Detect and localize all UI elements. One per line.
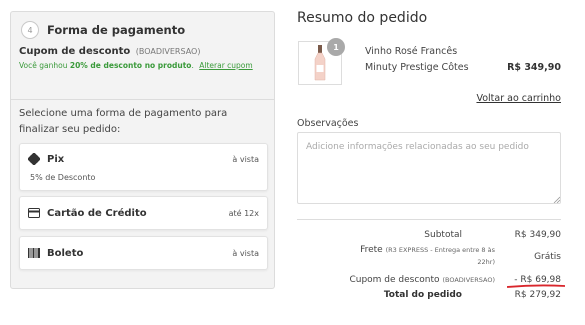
payment-option-boleto-row: Boleto à vista [28,247,259,259]
coupon-title: Cupom de desconto [19,46,131,57]
coupon-discount-label-text: Cupom de desconto [349,275,440,285]
coupon-heading: Cupom de desconto (BOADIVERSAO) [19,46,269,57]
payment-divider [11,99,274,100]
product-price: R$ 349,90 [507,62,561,73]
payment-header: 4 Forma de pagamento [21,21,185,39]
barcode-icon [28,247,40,259]
product-name-line1: Vinho Rosé Francês [365,46,458,57]
credit-card-label: Cartão de Crédito [47,207,147,219]
coupon-block: Cupom de desconto (BOADIVERSAO) Você gan… [19,46,269,70]
shipping-note-line2: 22hr) [477,258,495,266]
coupon-msg-highlight: 20% de desconto no produto [69,61,192,70]
coupon-msg-prefix: Você ganhou [19,61,68,70]
pix-label: Pix [47,153,65,165]
coupon-message: Você ganhou 20% de desconto no produto. … [19,61,269,70]
total-label: Total do pedido [383,290,462,300]
summary-divider [297,219,561,220]
payment-option-pix[interactable]: Pix à vista 5% de Desconto [19,143,268,191]
observations-textarea[interactable] [297,132,561,204]
coupon-discount-code: (BOADIVERSAO) [442,276,495,284]
credit-card-icon [28,207,40,219]
coupon-msg-suffix: . [191,61,194,70]
payment-option-credit-card[interactable]: Cartão de Crédito até 12x [19,196,268,230]
shipping-note: (R3 EXPRESS - Entrega entre 8 às [385,246,495,254]
resize-grip-icon[interactable] [553,196,560,203]
pix-terms: à vista [232,154,259,164]
change-coupon-link[interactable]: Alterar cupom [199,61,252,70]
coupon-code: (BOADIVERSAO) [135,47,201,56]
total-value: R$ 279,92 [514,290,561,300]
observations-label: Observações [297,118,359,129]
shipping-value: Grátis [534,252,561,262]
payment-option-boleto[interactable]: Boleto à vista [19,236,268,270]
shipping-label-block: Frete (R3 EXPRESS - Entrega entre 8 às 2… [360,244,495,268]
coupon-discount-label: Cupom de desconto (BOADIVERSAO) [349,275,495,285]
boleto-terms: à vista [232,248,259,258]
pix-discount: 5% de Desconto [30,173,96,182]
summary-title: Resumo do pedido [297,10,428,26]
payment-title: Forma de pagamento [47,23,186,37]
product-name-line2: Minuty Prestige Côtes [365,62,469,73]
wine-bottle-icon [314,45,326,81]
credit-card-terms: até 12x [228,208,259,218]
payment-option-credit-card-row: Cartão de Crédito até 12x [28,207,259,219]
boleto-label: Boleto [47,247,84,259]
payment-prompt: Selecione uma forma de pagamento para fi… [19,108,228,135]
subtotal-label: Subtotal [424,230,462,240]
subtotal-value: R$ 349,90 [514,230,561,240]
red-highlight-underline [507,284,565,288]
product-quantity-badge: 1 [327,38,345,56]
step-number-badge: 4 [21,21,39,39]
shipping-label: Frete [360,245,383,255]
pix-icon [28,153,40,165]
payment-option-pix-row: Pix à vista [28,153,259,165]
payment-panel: 4 Forma de pagamento Cupom de desconto (… [10,11,275,289]
back-to-cart-link[interactable]: Voltar ao carrinho [476,93,561,104]
